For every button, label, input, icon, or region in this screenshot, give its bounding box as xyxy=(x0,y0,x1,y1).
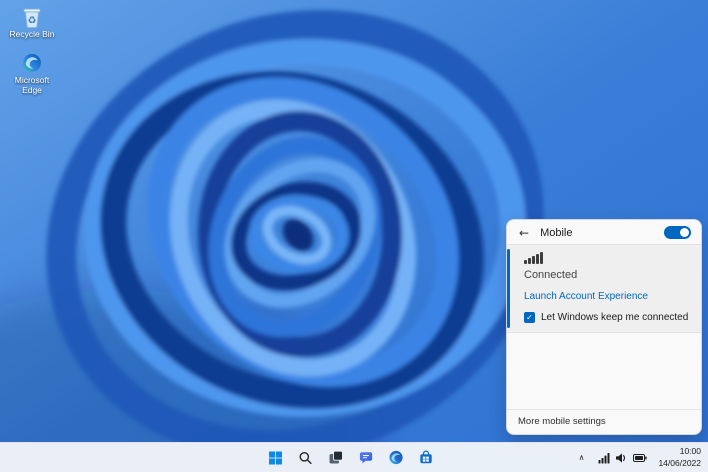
chat-button[interactable] xyxy=(354,446,378,470)
svg-text:♻: ♻ xyxy=(28,16,37,27)
windows-logo-icon xyxy=(269,451,283,464)
store-icon xyxy=(419,450,432,464)
desktop-icon-microsoft-edge[interactable]: Microsoft Edge xyxy=(4,52,60,96)
taskbar: ∧ 10:00 14/06/2022 xyxy=(0,442,708,472)
flyout-empty-area xyxy=(507,333,701,409)
mobile-flyout-panel: ← Mobile Connected Launch Account Experi… xyxy=(506,219,702,435)
hidden-icons-chevron[interactable]: ∧ xyxy=(576,451,588,464)
panel-title: Mobile xyxy=(540,226,573,239)
connection-status-text: Connected xyxy=(524,269,578,281)
battery-icon xyxy=(633,453,648,462)
checkbox-label: Let Windows keep me connected xyxy=(541,312,689,323)
back-button[interactable]: ← xyxy=(517,227,531,239)
recycle-bin-icon: ♻ xyxy=(21,6,43,28)
clock-date: 14/06/2022 xyxy=(658,457,701,468)
quick-settings-button[interactable] xyxy=(594,449,651,467)
edge-icon xyxy=(21,52,43,74)
desktop-icon-list: ♻ Recycle Bin Microsoft Edge xyxy=(4,6,60,95)
cellular-signal-icon xyxy=(524,252,691,264)
clock[interactable]: 10:00 14/06/2022 xyxy=(658,446,703,468)
edge-button[interactable] xyxy=(384,446,408,470)
flyout-header: ← Mobile xyxy=(507,220,701,244)
keep-connected-row[interactable]: ✓ Let Windows keep me connected xyxy=(524,312,691,323)
cellular-signal-icon xyxy=(598,452,610,463)
task-view-icon xyxy=(329,450,343,464)
start-button[interactable] xyxy=(264,446,288,470)
selection-accent-bar xyxy=(507,249,510,328)
desktop-icon-label: Recycle Bin xyxy=(9,29,55,39)
edge-icon xyxy=(388,450,403,465)
desktop-icon-recycle-bin[interactable]: ♻ Recycle Bin xyxy=(4,6,60,40)
toggle-knob xyxy=(680,228,689,237)
windows-desktop: { "colors": { "accent": "#0067c0", "task… xyxy=(0,0,708,472)
task-view-button[interactable] xyxy=(324,446,348,470)
search-icon xyxy=(299,451,312,464)
checkbox-checked-icon[interactable]: ✓ xyxy=(524,312,535,323)
mobile-toggle-switch[interactable] xyxy=(664,226,691,239)
store-button[interactable] xyxy=(414,446,438,470)
launch-account-experience-link[interactable]: Launch Account Experience xyxy=(524,291,648,302)
connection-section: Connected Launch Account Experience ✓ Le… xyxy=(507,244,701,333)
more-mobile-settings-link[interactable]: More mobile settings xyxy=(507,409,701,434)
system-tray: ∧ 10:00 14/06/2022 xyxy=(576,443,703,472)
search-button[interactable] xyxy=(294,446,318,470)
taskbar-center-icons xyxy=(264,443,438,472)
clock-time: 10:00 xyxy=(679,446,701,457)
chat-icon xyxy=(359,452,372,464)
volume-icon xyxy=(616,452,626,463)
check-glyph: ✓ xyxy=(526,312,533,322)
desktop-icon-label: Microsoft Edge xyxy=(14,74,50,95)
